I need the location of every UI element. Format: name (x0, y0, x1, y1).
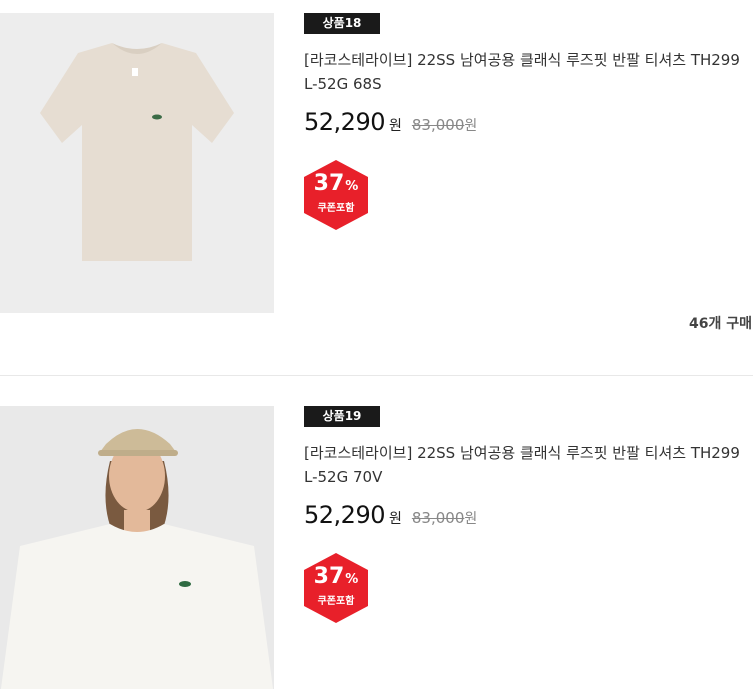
price-row: 52,290 원 83,000원 (304, 108, 477, 136)
discount-sign: % (345, 572, 359, 587)
sale-price-unit: 원 (388, 511, 402, 527)
original-price-unit: 원 (464, 118, 478, 134)
sale-price: 52,290 (304, 501, 385, 529)
discount-badge: 37% 쿠폰포함 (302, 159, 370, 231)
price-row: 52,290 원 83,000원 (304, 501, 477, 529)
discount-value: 37 (313, 171, 345, 196)
product-card[interactable]: 상품18 [라코스테라이브] 22SS 남여공용 클래식 루즈핏 반팔 티셔츠 … (0, 0, 753, 375)
product-card[interactable]: 상품19 [라코스테라이브] 22SS 남여공용 클래식 루즈핏 반팔 티셔츠 … (0, 375, 753, 689)
discount-percent: 37% (302, 171, 370, 200)
product-list: 상품18 [라코스테라이브] 22SS 남여공용 클래식 루즈핏 반팔 티셔츠 … (0, 0, 753, 689)
product-image[interactable] (0, 13, 274, 313)
discount-badge: 37% 쿠폰포함 (302, 552, 370, 624)
product-title[interactable]: [라코스테라이브] 22SS 남여공용 클래식 루즈핏 반팔 티셔츠 TH299… (304, 48, 744, 96)
original-price-value: 83,000 (411, 116, 465, 134)
original-price-value: 83,000 (411, 509, 465, 527)
original-price-unit: 원 (464, 511, 478, 527)
discount-sign: % (345, 179, 359, 194)
sale-price-unit: 원 (388, 118, 402, 134)
beige-tshirt-image (0, 13, 274, 313)
discount-value: 37 (313, 564, 345, 589)
original-price: 83,000원 (412, 115, 477, 135)
purchase-count: 46개 구매 (689, 316, 752, 332)
model-white-tshirt-image (0, 406, 274, 689)
discount-percent: 37% (302, 564, 370, 593)
product-number-badge: 상품19 (304, 406, 380, 427)
product-image[interactable] (0, 406, 274, 689)
coupon-included-label: 쿠폰포함 (317, 203, 355, 214)
original-price: 83,000원 (412, 508, 477, 528)
coupon-included-label: 쿠폰포함 (317, 596, 355, 607)
product-title[interactable]: [라코스테라이브] 22SS 남여공용 클래식 루즈핏 반팔 티셔츠 TH299… (304, 441, 744, 489)
sale-price: 52,290 (304, 108, 385, 136)
product-number-badge: 상품18 (304, 13, 380, 34)
